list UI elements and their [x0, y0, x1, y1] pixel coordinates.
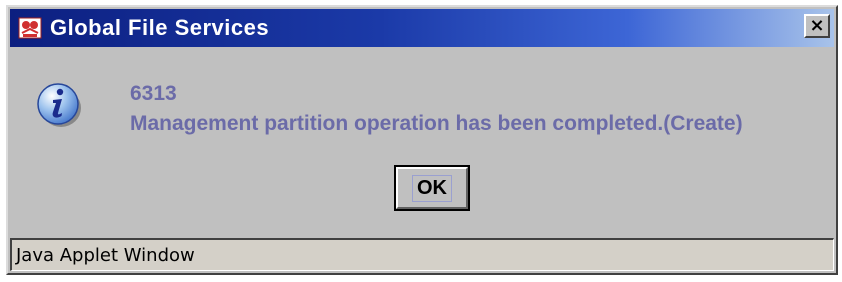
dialog-window: Global File Services × 6313 Management p…	[6, 5, 838, 275]
message-block: 6313 Management partition operation has …	[130, 79, 743, 139]
status-text: Java Applet Window	[16, 244, 195, 266]
message-text: Management partition operation has been …	[130, 112, 743, 135]
message-code: 6313	[130, 82, 177, 105]
ok-button-face: OK	[396, 167, 468, 209]
title-bar[interactable]: Global File Services ×	[10, 9, 834, 47]
app-icon	[16, 14, 44, 42]
status-bar: Java Applet Window	[10, 238, 834, 271]
window-title: Global File Services	[50, 15, 270, 40]
ok-button[interactable]: OK	[394, 165, 470, 211]
ok-button-label: OK	[412, 174, 452, 202]
information-icon	[34, 79, 84, 129]
close-icon: ×	[809, 15, 825, 36]
close-button[interactable]: ×	[804, 14, 830, 38]
